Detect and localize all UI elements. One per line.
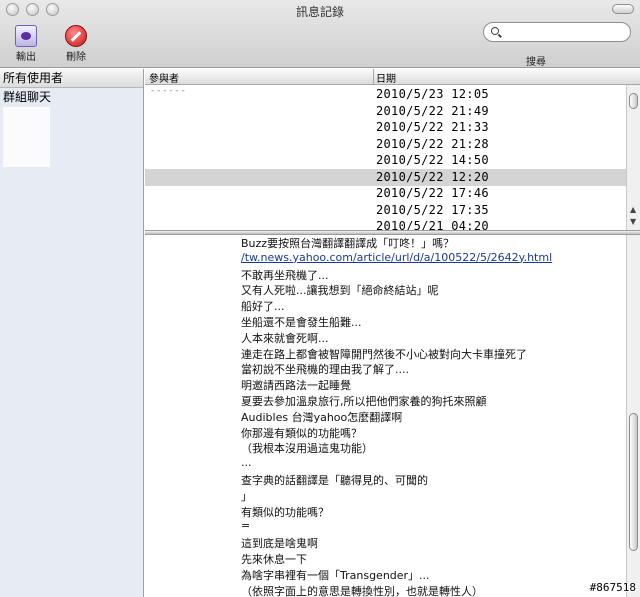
column-divider[interactable] [373, 69, 374, 84]
table-row[interactable]: 2010/5/22 17:35 [145, 202, 626, 219]
message-line: 先來休息一下 [241, 553, 307, 566]
delete-label: 刪除 [66, 52, 86, 63]
message-line: 為啥字串裡有一個「Transgender」... [241, 568, 430, 582]
row-date: 2010/5/22 21:28 [376, 136, 489, 151]
row-sender: - - - - - - [151, 86, 185, 96]
row-date: 2010/5/22 12:20 [376, 169, 489, 184]
scroll-down-arrow-icon[interactable]: ▼ [630, 217, 636, 226]
row-date: 2010/5/22 21:33 [376, 120, 489, 134]
delete-button[interactable]: 刪除 [56, 25, 96, 63]
list-scroll-thumb[interactable] [629, 93, 638, 109]
message-line: 又有人死啦...讓我想到「絕命終結站」呢 [241, 284, 439, 298]
message-line: 當初說不坐飛機的理由我了解了.... [241, 363, 409, 377]
message-line: 坐船還不是會發生船難... [241, 316, 362, 329]
toolbar-toggle-button[interactable] [612, 4, 634, 14]
transcript-scrollbar[interactable] [626, 235, 640, 597]
table-row[interactable]: 2010/5/22 21:49 [145, 103, 626, 120]
sidebar: 所有使用者 群組聊天 [0, 69, 144, 597]
column-header-date[interactable]: 日期 [376, 70, 396, 85]
table-row[interactable]: 2010/5/21 04:20 [145, 218, 626, 230]
column-header-participants[interactable]: 參與者 [149, 70, 179, 85]
message-line: 連走在路上都會被智障開門然後不小心被對向大卡車撞死了 [241, 347, 527, 361]
message-line: 不敢再坐飛機了... [241, 268, 329, 282]
message-link[interactable]: /tw.news.yahoo.com/article/url/d/a/10052… [241, 251, 552, 264]
message-line: 有類似的功能嗎？ [241, 505, 329, 519]
row-date: 2010/5/22 17:46 [376, 186, 489, 200]
row-date: 2010/5/23 12:05 [376, 87, 489, 101]
row-date: 2010/5/22 17:35 [376, 202, 489, 217]
window-toolbar: 訊息記錄 輸出 刪除 搜尋 [0, 0, 640, 68]
row-date: 2010/5/22 21:49 [376, 103, 489, 118]
message-line: 」 [241, 489, 252, 503]
message-line: 人本來就會死啊... [241, 331, 329, 345]
list-column-header: 參與者 日期 [145, 69, 640, 85]
sidebar-header-all-users[interactable]: 所有使用者 [0, 69, 143, 88]
conversation-list: 參與者 日期 - - - - - - 2010/5/23 12:05 2010/5/… [145, 69, 640, 230]
message-line: 這到底是啥鬼啊 [241, 537, 318, 551]
message-line: 你那邊有類似的功能嗎？ [241, 426, 362, 440]
message-line: Audibles 台灣yahoo怎麼翻譯啊 [241, 410, 403, 424]
search-field[interactable] [483, 22, 631, 42]
table-row[interactable]: 2010/5/22 17:46 [145, 185, 626, 202]
list-scrollbar[interactable]: ▲ ▼ [626, 85, 640, 230]
message-line: （依照字面上的意思是轉換性別，也就是轉性人） [241, 584, 483, 597]
export-label: 輸出 [16, 52, 36, 63]
message-line: Buzz要按照台灣翻譯翻譯成「叮咚！」嗎？ [241, 237, 455, 250]
search-label: 搜尋 [526, 57, 546, 68]
transcript-scroll-thumb[interactable] [629, 413, 638, 551]
export-icon [15, 25, 37, 47]
row-date: 2010/5/21 04:20 [376, 219, 489, 230]
delete-icon [65, 25, 87, 47]
table-row[interactable]: - - - - - - 2010/5/23 12:05 [145, 86, 626, 103]
avatar [3, 107, 50, 167]
table-row[interactable]: 2010/5/22 14:50 [145, 152, 626, 169]
scroll-up-arrow-icon[interactable]: ▲ [630, 205, 636, 214]
watermark-text: #867518 [589, 581, 636, 594]
window-title: 訊息記錄 [295, 5, 344, 19]
message-line: 明邀請西路法一起睡覺 [241, 379, 351, 393]
search-input[interactable] [502, 24, 630, 42]
sidebar-item-group-chat[interactable]: 群組聊天 [0, 88, 143, 106]
table-row[interactable]: 2010/5/22 12:20 [145, 168, 626, 186]
message-line: 夏要去參加溫泉旅行,所以把他們家養的狗托來照顧 [241, 395, 487, 408]
table-row[interactable]: 2010/5/22 21:33 [145, 119, 626, 136]
message-line: 查字典的話翻譯是「聽得見的、可聞的 [241, 474, 428, 487]
export-button[interactable]: 輸出 [6, 25, 46, 63]
message-line: 船好了... [241, 300, 285, 314]
message-line: = [241, 519, 251, 533]
message-transcript: Buzz要按照台灣翻譯翻譯成「叮咚！」嗎？/tw.news.yahoo.com/… [145, 235, 640, 597]
row-date: 2010/5/22 14:50 [376, 153, 489, 167]
message-line: ... [241, 456, 252, 470]
table-row[interactable]: 2010/5/22 21:28 [145, 136, 626, 153]
message-line: （我根本沒用過這鬼功能） [241, 442, 373, 456]
search-icon [491, 27, 499, 35]
